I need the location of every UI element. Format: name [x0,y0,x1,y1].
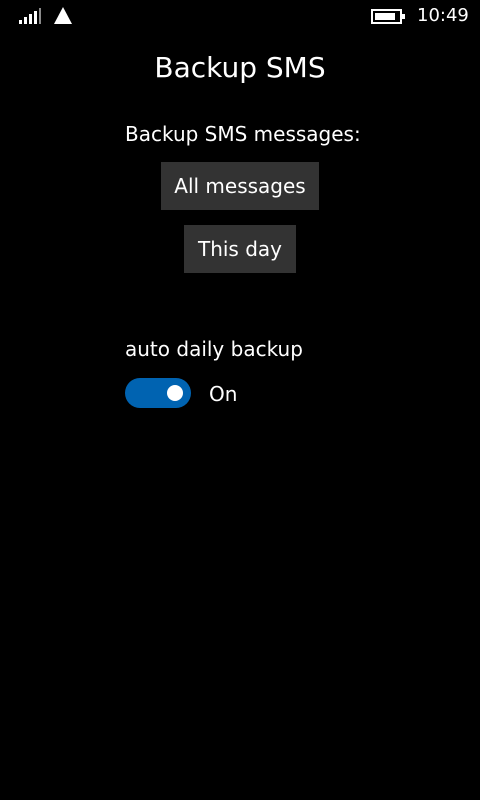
auto-daily-backup-label: auto daily backup [125,337,303,361]
all-messages-button[interactable]: All messages [161,162,319,210]
status-bar: 10:49 [0,0,480,32]
toggle-state-label: On [209,382,238,406]
signal-icon [19,8,41,24]
toggle-knob [167,385,183,401]
this-day-button[interactable]: This day [184,225,296,273]
battery-icon [371,9,405,24]
backup-messages-label: Backup SMS messages: [125,122,361,146]
status-time: 10:49 [417,5,469,26]
auto-daily-backup-toggle[interactable] [125,378,191,408]
page-title: Backup SMS [154,51,326,84]
network-icon [54,7,72,24]
